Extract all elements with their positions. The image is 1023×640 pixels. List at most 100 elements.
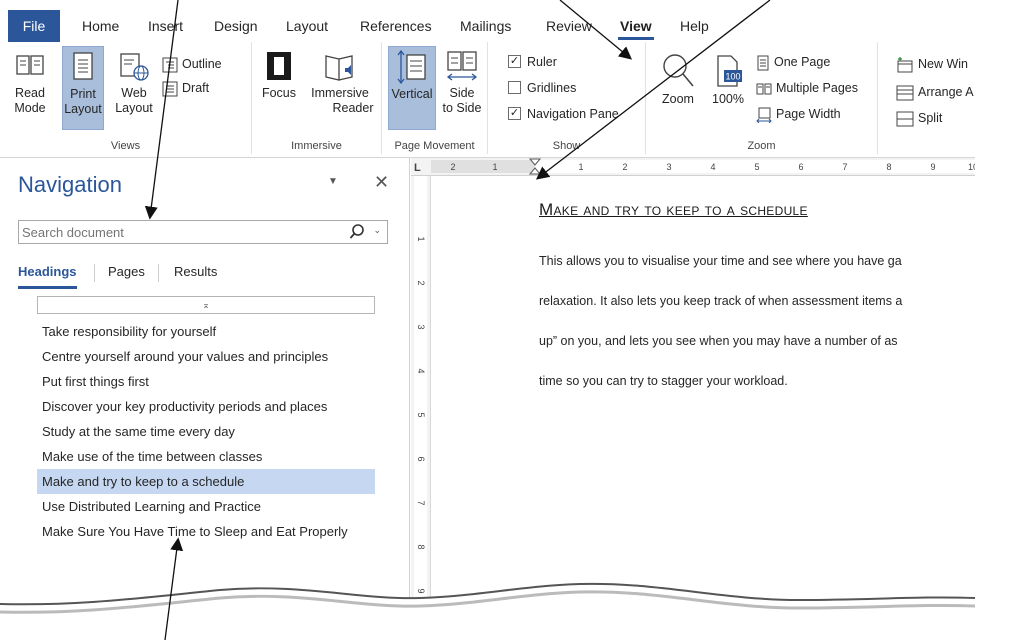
page-movement-group-label: Page Movement: [394, 140, 475, 152]
split-label: Split: [918, 111, 943, 125]
page-100-icon: 100: [717, 55, 742, 87]
read-mode-label-2: Mode: [14, 101, 46, 115]
show-group: ✓ Ruler Gridlines ✓ Navigation Pane Show: [488, 42, 646, 154]
search-options-chevron-icon[interactable]: ⌄: [373, 225, 381, 236]
heading-item[interactable]: Use Distributed Learning and Practice: [37, 494, 375, 519]
collapse-all-headings-button[interactable]: ⌅: [37, 296, 375, 314]
ruler-number: 2: [622, 162, 627, 172]
immersive-reader-button[interactable]: Immersive Reader: [304, 48, 376, 116]
tab-home[interactable]: Home: [82, 10, 119, 42]
multiple-pages-button[interactable]: Multiple Pages: [756, 78, 858, 98]
page-width-icon: [756, 107, 772, 124]
ruler-checkbox[interactable]: ✓ Ruler: [508, 52, 557, 72]
zoom-label: Zoom: [662, 92, 694, 106]
vertical-icon: [397, 49, 426, 85]
vertical-button[interactable]: Vertical: [388, 46, 436, 130]
new-window-label: New Win: [918, 57, 969, 71]
immersive-reader-label-2: Reader: [332, 101, 374, 115]
close-icon[interactable]: ✕: [374, 172, 389, 193]
tab-pages[interactable]: Pages: [108, 264, 145, 279]
tab-view[interactable]: View: [618, 10, 654, 42]
page-width-label: Page Width: [776, 107, 841, 121]
navigation-pane-check-icon: ✓: [508, 107, 521, 121]
page-100-icon-text: 100: [725, 72, 740, 82]
split-button[interactable]: Split: [896, 108, 942, 128]
web-layout-button[interactable]: Web Layout: [114, 48, 154, 116]
multiple-pages-icon: [756, 83, 772, 95]
gridlines-check-icon: [508, 81, 521, 95]
search-input[interactable]: [19, 221, 339, 243]
vertical-ruler[interactable]: 1 2 3 4 5 6 7 8 9: [411, 176, 431, 604]
gridlines-checkbox[interactable]: Gridlines: [508, 78, 576, 98]
zoom-100-label: 100%: [712, 92, 744, 106]
heading-item-selected[interactable]: Make and try to keep to a schedule: [37, 469, 375, 494]
document-text-line[interactable]: relaxation. It also lets you keep track …: [539, 294, 902, 308]
navigation-pane-checkbox[interactable]: ✓ Navigation Pane: [508, 104, 619, 124]
ruler-number: 4: [416, 368, 426, 373]
arrange-all-button[interactable]: Arrange A: [896, 82, 974, 102]
horizontal-ruler[interactable]: L 2 1 1 2 3 4 5 6 7 8 9 10: [411, 158, 975, 176]
tab-headings[interactable]: Headings: [18, 264, 77, 289]
immersive-group: Focus Immersive Reader Immersive: [252, 42, 382, 154]
draft-button[interactable]: Draft: [162, 78, 209, 98]
immersive-reader-icon: [325, 55, 353, 81]
tab-mailings[interactable]: Mailings: [460, 10, 511, 42]
views-group-label: Views: [110, 140, 141, 152]
side-to-side-label-1: Side: [449, 86, 475, 100]
side-to-side-button[interactable]: Side to Side: [440, 48, 484, 116]
heading-item[interactable]: Put first things first: [37, 369, 375, 394]
tab-selector-icon[interactable]: L: [414, 162, 421, 174]
focus-button[interactable]: Focus: [258, 48, 300, 101]
document-text-line[interactable]: This allows you to visualise your time a…: [539, 254, 902, 268]
side-to-side-label-2: to Side: [442, 101, 482, 115]
zoom-button[interactable]: Zoom: [656, 52, 700, 107]
arrange-all-label: Arrange A: [918, 85, 974, 99]
document-text-line[interactable]: up” on you, and lets you see when you ma…: [539, 334, 898, 348]
search-icon[interactable]: [349, 223, 365, 241]
tab-references[interactable]: References: [360, 10, 432, 42]
pane-options-chevron-icon[interactable]: ▼: [328, 176, 338, 187]
heading-item[interactable]: Study at the same time every day: [37, 419, 375, 444]
heading-item[interactable]: Make use of the time between classes: [37, 444, 375, 469]
ruler-number: 5: [416, 412, 426, 417]
heading-item[interactable]: Make Sure You Have Time to Sleep and Eat…: [37, 519, 375, 544]
ruler-number: 9: [930, 162, 935, 172]
search-box: ⌄: [18, 220, 388, 244]
document-text-line[interactable]: time so you can try to stagger your work…: [539, 374, 788, 388]
ruler-number: 8: [886, 162, 891, 172]
ruler-number: 10: [968, 162, 975, 172]
ruler-number: 6: [416, 456, 426, 461]
new-window-button[interactable]: New Win: [896, 54, 968, 74]
tab-results[interactable]: Results: [174, 264, 217, 279]
tab-design[interactable]: Design: [214, 10, 258, 42]
document-heading[interactable]: Make and try to keep to a schedule: [539, 200, 808, 220]
heading-item[interactable]: Take responsibility for yourself: [37, 319, 375, 344]
ruler-number: 1: [416, 236, 426, 241]
print-layout-label-1: Print: [70, 87, 96, 101]
ribbon-tab-bar: File Home Insert Design Layout Reference…: [0, 10, 975, 42]
tab-layout[interactable]: Layout: [286, 10, 328, 42]
outline-button[interactable]: Outline: [162, 54, 222, 74]
read-mode-button[interactable]: Read Mode: [10, 48, 50, 116]
tab-file[interactable]: File: [8, 10, 60, 42]
tab-help[interactable]: Help: [680, 10, 709, 42]
tab-review[interactable]: Review: [546, 10, 592, 42]
one-page-button[interactable]: One Page: [756, 52, 830, 72]
ruler-number: 7: [842, 162, 847, 172]
heading-item[interactable]: Discover your key productivity periods a…: [37, 394, 375, 419]
page-movement-group: Vertical Side to Side Page Movement: [382, 42, 488, 154]
heading-item[interactable]: Centre yourself around your values and p…: [37, 344, 375, 369]
draft-label: Draft: [182, 81, 210, 95]
headings-list: Take responsibility for yourself Centre …: [37, 319, 375, 544]
read-mode-icon: [16, 55, 44, 75]
page-width-button[interactable]: Page Width: [756, 104, 841, 124]
gridlines-label: Gridlines: [527, 81, 577, 95]
zoom-100-button[interactable]: 100 100%: [708, 52, 748, 107]
views-group: Read Mode Print Layout Web Layout Outlin…: [0, 42, 252, 154]
horizontal-ruler-graphic: L 2 1 1 2 3 4 5 6 7 8 9 10: [414, 158, 975, 175]
ruler-number: 5: [754, 162, 759, 172]
show-group-label: Show: [552, 140, 581, 152]
tab-insert[interactable]: Insert: [148, 10, 183, 42]
document-area: L 2 1 1 2 3 4 5 6 7 8 9 10: [411, 158, 975, 604]
print-layout-button[interactable]: Print Layout: [62, 46, 104, 130]
